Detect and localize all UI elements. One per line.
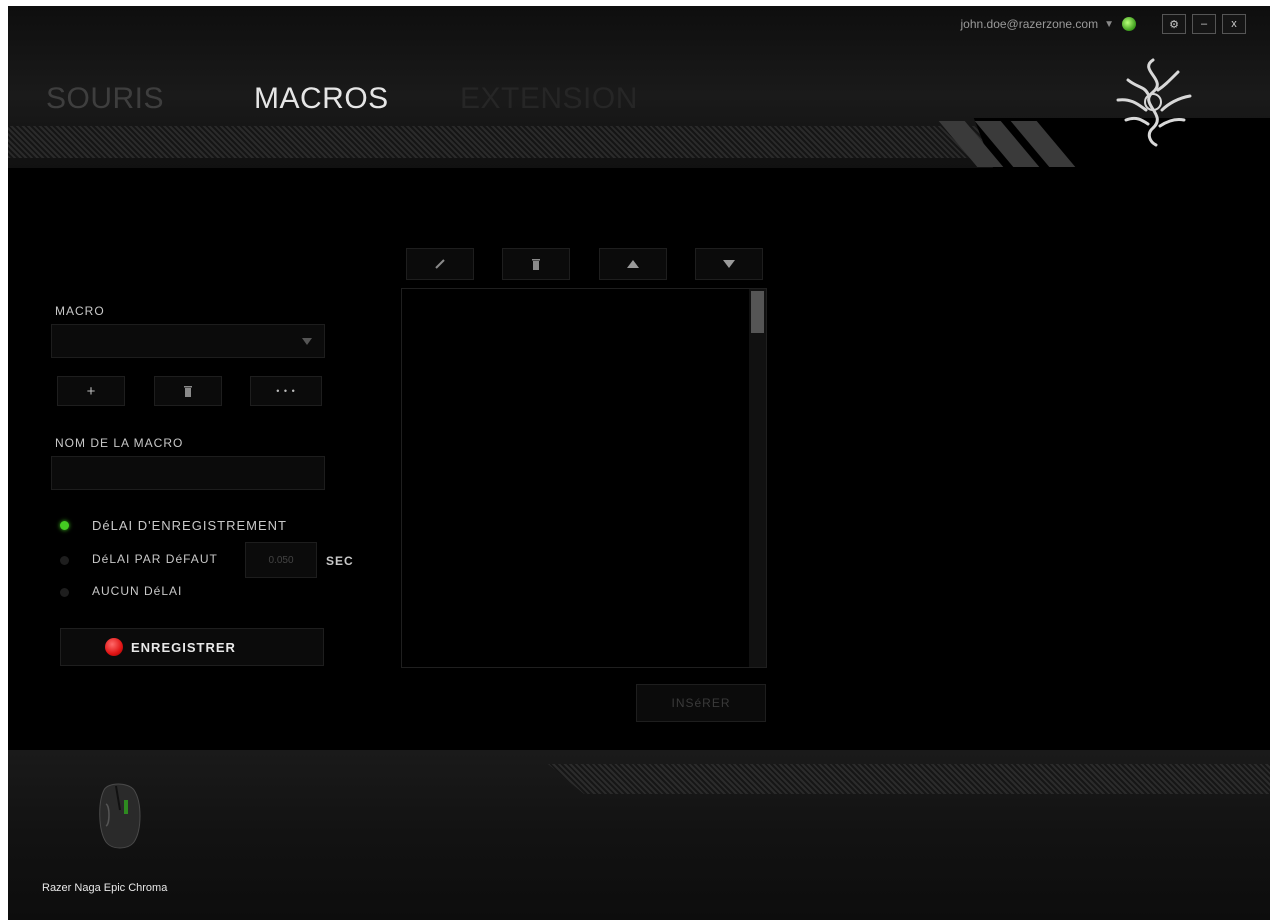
arrow-up-icon: [627, 260, 639, 268]
tab-souris[interactable]: SOURIS: [46, 82, 164, 116]
more-options-button[interactable]: • • •: [250, 376, 322, 406]
topbar: john.doe@razerzone.com ▼ ⚙ – x: [961, 14, 1246, 34]
pencil-icon: [435, 259, 445, 269]
settings-button[interactable]: ⚙: [1162, 14, 1186, 34]
insert-button[interactable]: INSéRER: [636, 684, 766, 722]
record-button[interactable]: ENREGISTRER: [60, 628, 324, 666]
macro-steps-list[interactable]: [401, 288, 767, 668]
add-macro-button[interactable]: +: [57, 376, 125, 406]
delete-step-button[interactable]: [502, 248, 570, 280]
record-icon: [105, 638, 123, 656]
edit-button[interactable]: [406, 248, 474, 280]
header-decor-bars: [938, 121, 1076, 167]
default-delay-label: DéLAI PAR DéFAUT: [92, 552, 218, 566]
macro-name-label: NOM DE LA MACRO: [55, 436, 184, 450]
header: SOURIS MACROS EXTENSION john.doe@razerzo…: [8, 6, 1270, 168]
online-status-icon: [1122, 17, 1136, 31]
close-button[interactable]: x: [1222, 14, 1246, 34]
radio-no-delay[interactable]: [60, 588, 69, 597]
default-delay-input[interactable]: 0.050: [245, 542, 317, 578]
move-up-button[interactable]: [599, 248, 667, 280]
trash-icon: [184, 385, 192, 397]
default-delay-value: 0.050: [268, 554, 294, 566]
minimize-button[interactable]: –: [1192, 14, 1216, 34]
tab-macros[interactable]: MACROS: [254, 82, 389, 116]
tab-extension[interactable]: EXTENSION: [460, 82, 638, 116]
mouse-device-icon[interactable]: [94, 780, 146, 852]
delay-unit-label: SEC: [326, 554, 354, 568]
macro-label: MACRO: [55, 304, 105, 318]
radio-default-delay[interactable]: [60, 556, 69, 565]
scrollbar-thumb[interactable]: [751, 291, 764, 333]
account-dropdown-icon[interactable]: ▼: [1104, 19, 1114, 30]
synapse-window: SOURIS MACROS EXTENSION john.doe@razerzo…: [8, 6, 1270, 920]
user-email[interactable]: john.doe@razerzone.com: [961, 17, 1099, 31]
scrollbar[interactable]: [749, 289, 766, 667]
device-name: Razer Naga Epic Chroma: [42, 882, 168, 894]
radio-record-delay[interactable]: [60, 521, 69, 530]
macro-name-input[interactable]: [51, 456, 325, 490]
trash-icon: [532, 258, 540, 270]
record-delay-label: DéLAI D'ENREGISTREMENT: [92, 518, 287, 533]
record-button-label: ENREGISTRER: [131, 639, 236, 655]
delete-macro-button[interactable]: [154, 376, 222, 406]
chevron-down-icon: [302, 338, 312, 345]
footer: [8, 750, 1270, 920]
footer-texture-band: [548, 764, 1270, 794]
macro-select[interactable]: [51, 324, 325, 358]
no-delay-label: AUCUN DéLAI: [92, 584, 183, 598]
move-down-button[interactable]: [695, 248, 763, 280]
razer-logo-icon: [1116, 58, 1192, 147]
arrow-down-icon: [723, 260, 735, 268]
